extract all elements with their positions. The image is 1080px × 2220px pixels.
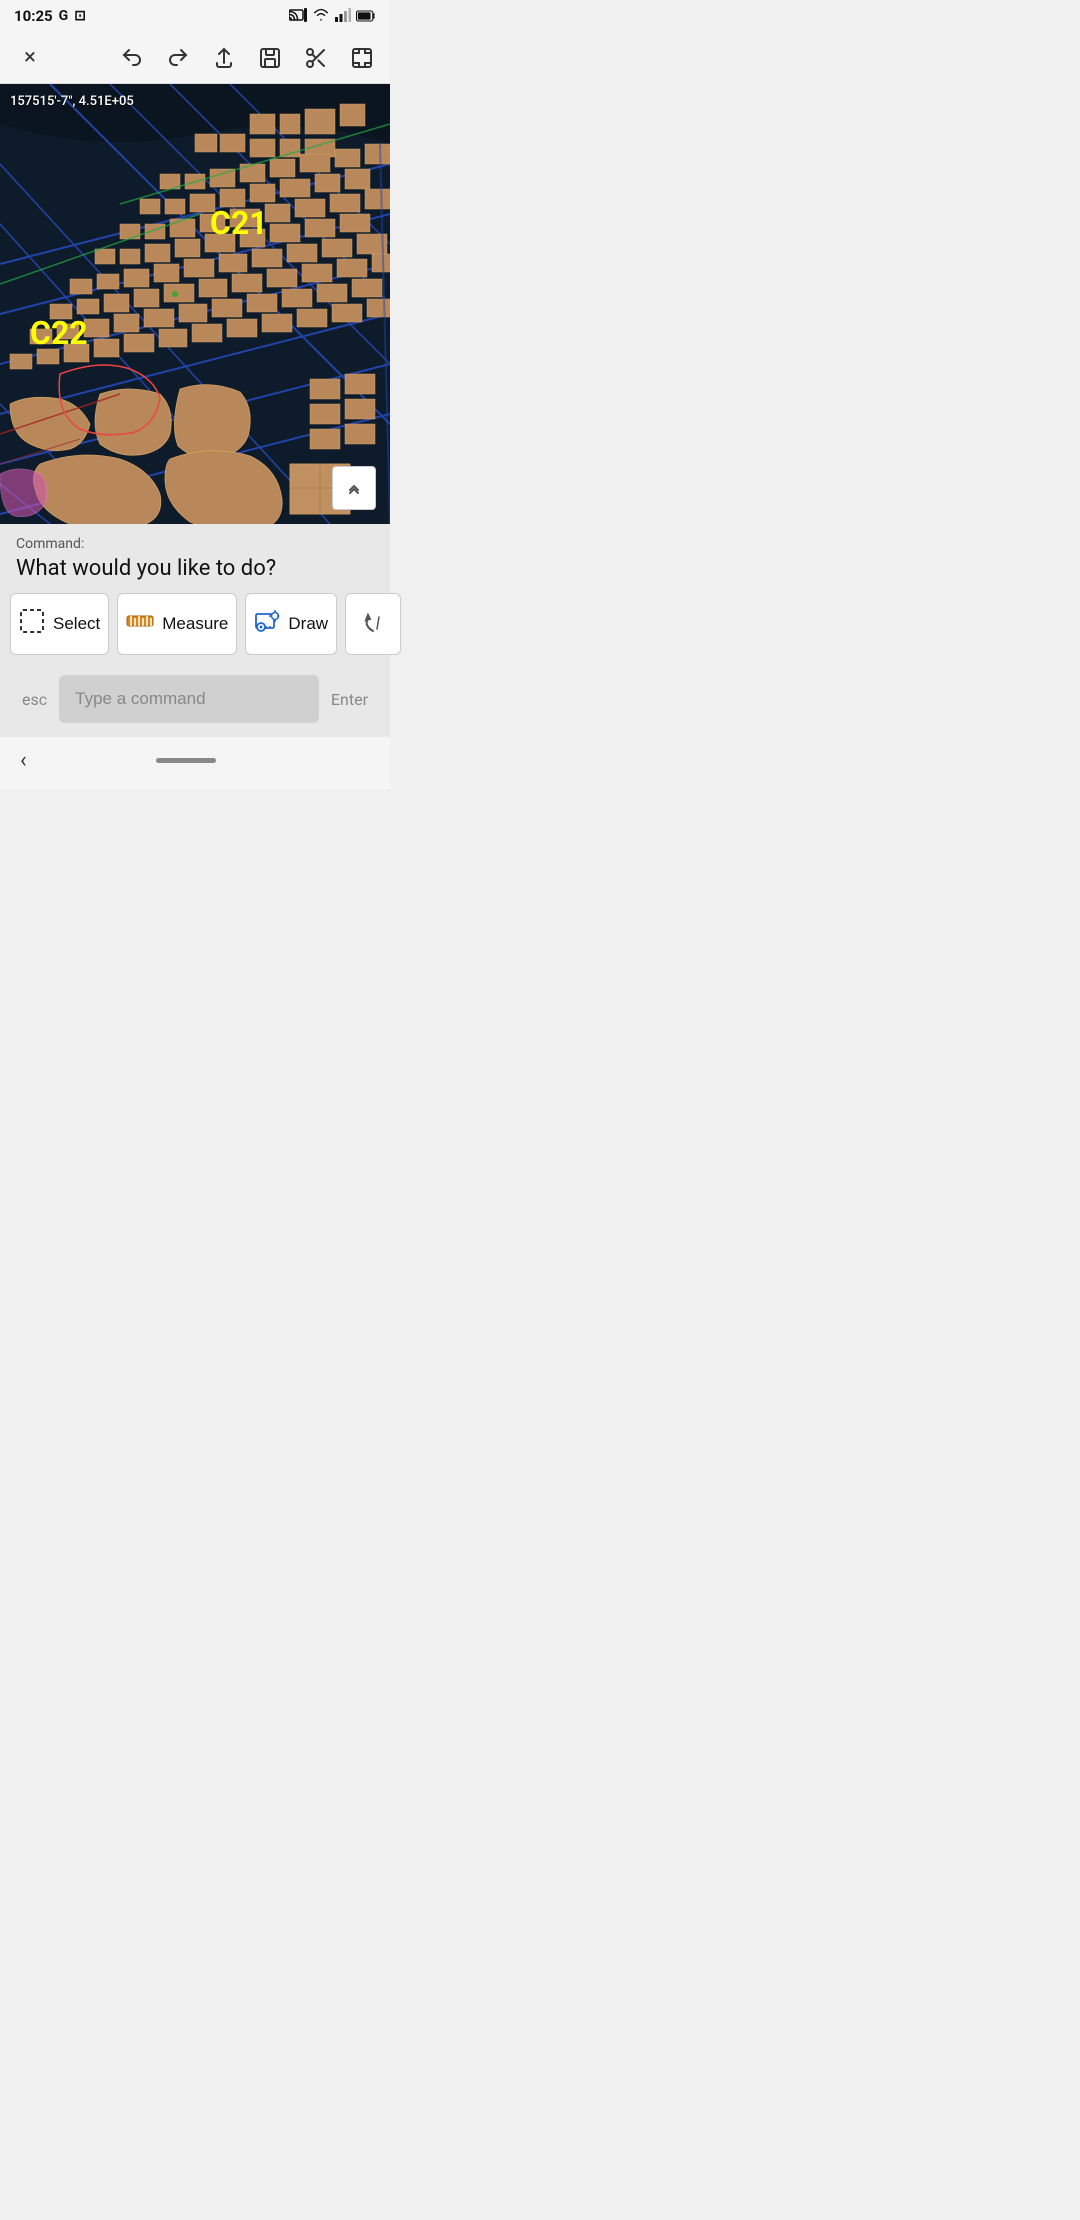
clock: 10:25 — [14, 7, 53, 25]
google-icon: G — [59, 8, 69, 24]
status-bar: 10:25 G ⊡ — [0, 0, 390, 32]
close-button[interactable]: × — [12, 45, 48, 70]
signal-icon — [335, 7, 351, 26]
redo-button[interactable] — [162, 42, 194, 74]
more-button[interactable] — [345, 593, 401, 655]
undo-button[interactable] — [116, 42, 148, 74]
scissors-button[interactable] — [300, 42, 332, 74]
toolbar: × — [0, 32, 390, 84]
select-button[interactable]: Select — [10, 593, 109, 655]
screen-record-icon: ⊡ — [74, 8, 86, 24]
draw-label: Draw — [288, 614, 328, 634]
back-button[interactable]: ‹ — [20, 748, 27, 773]
bottom-nav: ‹ — [0, 737, 390, 789]
measure-icon — [126, 610, 154, 638]
esc-button[interactable]: esc — [10, 690, 59, 709]
cast-icon — [289, 7, 307, 26]
command-label: Command: — [0, 524, 390, 554]
draw-icon — [254, 608, 280, 640]
wifi-icon — [312, 7, 330, 26]
select-icon — [19, 608, 45, 640]
toolbar-actions — [116, 42, 378, 74]
command-input-row: esc Enter — [0, 667, 390, 737]
map-coordinates: 157515'-7", 4.51E+05 — [10, 94, 134, 109]
enter-button[interactable]: Enter — [319, 690, 380, 709]
status-time-group: 10:25 G ⊡ — [14, 7, 86, 25]
status-icons — [289, 7, 376, 26]
home-indicator[interactable] — [156, 758, 216, 763]
scroll-up-button[interactable] — [332, 466, 376, 510]
map-label-c21: C21 — [210, 204, 268, 242]
map-svg — [0, 84, 390, 524]
more-icon — [361, 611, 385, 638]
command-input[interactable] — [59, 675, 319, 723]
select-label: Select — [53, 614, 100, 634]
map-label-c22: C22 — [30, 314, 88, 352]
draw-button[interactable]: Draw — [245, 593, 337, 655]
command-prompt: What would you like to do? — [0, 554, 390, 593]
save-button[interactable] — [254, 42, 286, 74]
tool-buttons-row: Select Measure — [0, 593, 390, 667]
measure-button[interactable]: Measure — [117, 593, 237, 655]
share-button[interactable] — [208, 42, 240, 74]
battery-icon — [356, 7, 376, 26]
expand-button[interactable] — [346, 42, 378, 74]
map-view[interactable]: 157515'-7", 4.51E+05 C21 C22 — [0, 84, 390, 524]
command-panel: Command: What would you like to do? Sele… — [0, 524, 390, 737]
measure-label: Measure — [162, 614, 228, 634]
